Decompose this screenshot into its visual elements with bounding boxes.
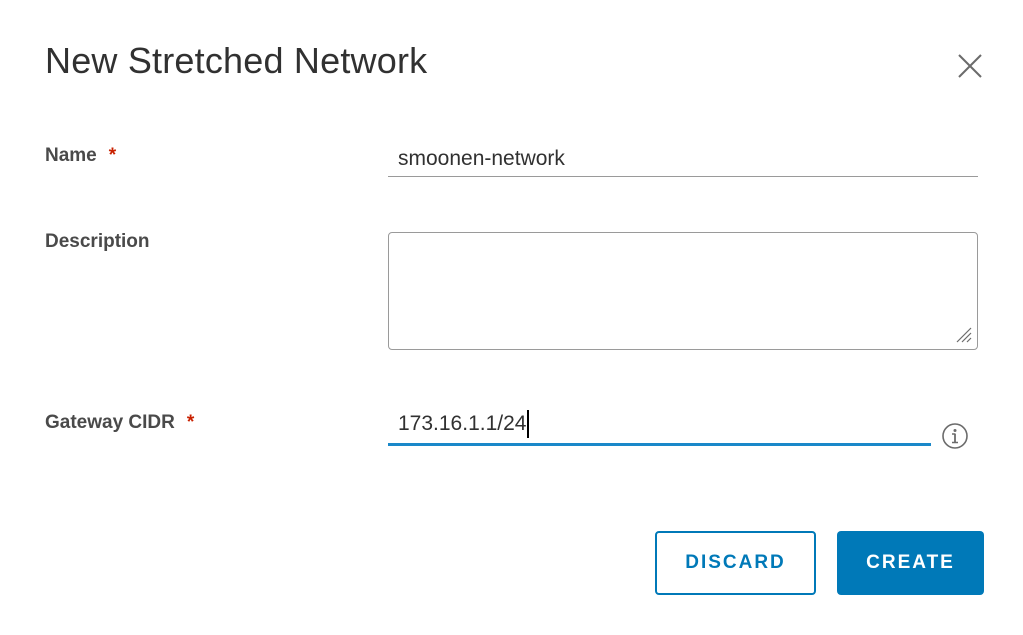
gateway-cidr-input[interactable]: 173.16.1.1/24: [388, 404, 931, 446]
discard-button[interactable]: DISCARD: [655, 531, 816, 595]
dialog-title: New Stretched Network: [45, 40, 428, 81]
create-button[interactable]: CREATE: [837, 531, 984, 595]
name-label: Name *: [45, 145, 116, 167]
close-button[interactable]: [952, 48, 988, 84]
text-caret: [527, 409, 530, 438]
name-label-text: Name: [45, 145, 97, 166]
name-required-marker: *: [108, 145, 117, 166]
name-input[interactable]: [388, 141, 978, 177]
gateway-cidr-value: 173.16.1.1/24: [398, 411, 527, 435]
close-icon: [958, 54, 982, 78]
resize-handle-icon[interactable]: [953, 324, 973, 344]
description-label-text: Description: [45, 231, 150, 252]
new-stretched-network-dialog: New Stretched Network Name* Description …: [0, 0, 1023, 635]
info-icon[interactable]: [939, 420, 971, 452]
gateway-cidr-label-text: Gateway CIDR: [45, 412, 175, 433]
gateway-required-marker: *: [186, 412, 195, 433]
description-label: Description: [45, 231, 150, 253]
gateway-cidr-label: Gateway CIDR *: [45, 412, 194, 434]
description-textarea[interactable]: [388, 232, 978, 350]
